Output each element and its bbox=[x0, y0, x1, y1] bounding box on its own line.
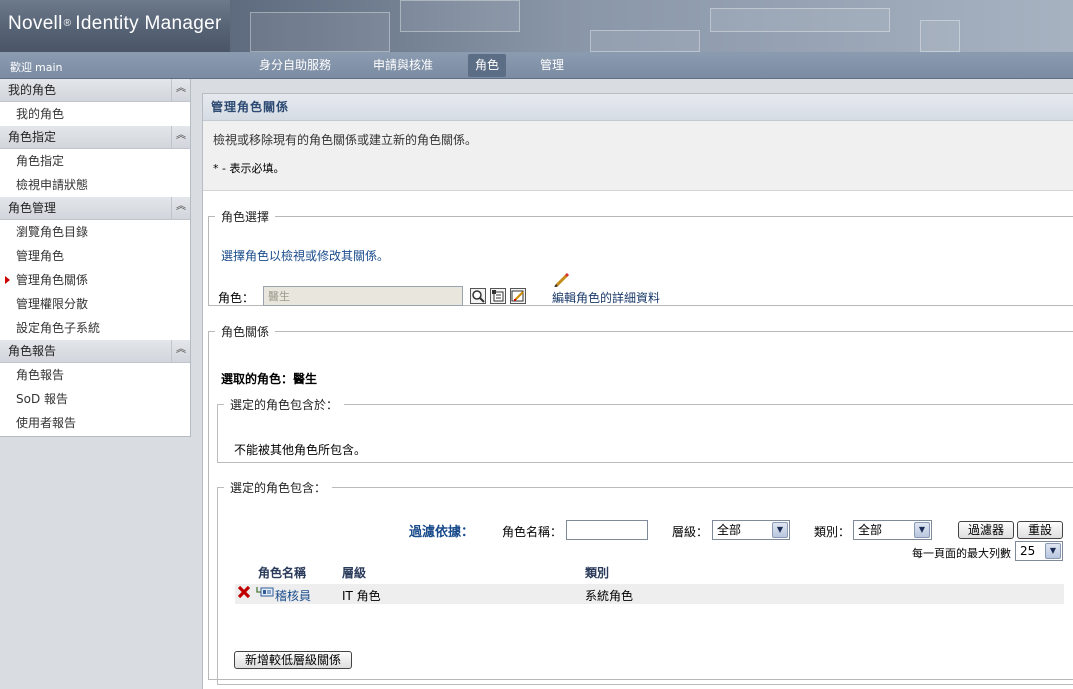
sidebar-item-configure-role-subsystem[interactable]: 設定角色子系統 bbox=[0, 316, 190, 340]
level-label: 層級： bbox=[672, 525, 709, 539]
tab-administration[interactable]: 管理 bbox=[533, 54, 571, 77]
role-select-instruction: 選擇角色以檢視或修改其關係。 bbox=[221, 249, 390, 263]
pencil-icon bbox=[554, 273, 570, 287]
category-select[interactable]: 全部 ▼ bbox=[853, 520, 932, 540]
column-header-category[interactable]: 類別 bbox=[585, 564, 609, 581]
required-note: * - 表示必填。 bbox=[213, 162, 285, 175]
level-select[interactable]: 全部 ▼ bbox=[712, 520, 790, 540]
search-icon[interactable] bbox=[470, 288, 486, 304]
role-level-cell: IT 角色 bbox=[342, 589, 381, 603]
tab-requests-approvals[interactable]: 申請與核准 bbox=[366, 54, 440, 77]
sidebar-item-user-reports[interactable]: 使用者報告 bbox=[0, 411, 190, 435]
contained-in-legend: 選定的角色包含於： bbox=[230, 398, 339, 412]
collapse-icon[interactable]: ︽ bbox=[171, 126, 190, 148]
sidebar-item-browse-role-catalog[interactable]: 瀏覽角色目錄 bbox=[0, 220, 190, 244]
role-input[interactable] bbox=[263, 286, 463, 306]
tab-roles[interactable]: 角色 bbox=[468, 54, 507, 77]
main-panel: 管理角色關係 檢視或移除現有的角色關係或建立新的角色關係。 * - 表示必填。 … bbox=[202, 93, 1073, 689]
banner-decoration bbox=[230, 0, 1073, 52]
role-category-cell: 系統角色 bbox=[585, 589, 634, 603]
top-nav: 歡迎 main 身分自助服務 申請與核准 角色 管理 bbox=[0, 52, 1073, 79]
sidebar-item-my-roles[interactable]: 我的角色 bbox=[0, 102, 190, 126]
filter-by-label: 過濾依據： bbox=[409, 525, 475, 540]
delete-icon[interactable] bbox=[237, 585, 251, 602]
role-selection-legend: 角色選擇 bbox=[221, 210, 270, 224]
page-title: 管理角色關係 bbox=[203, 94, 1073, 121]
contained-in-message: 不能被其他角色所包含。 bbox=[234, 443, 367, 457]
intro-section: 檢視或移除現有的角色關係或建立新的角色關係。 * - 表示必填。 bbox=[203, 121, 1073, 191]
sidebar-item-role-reports[interactable]: 角色報告 bbox=[0, 363, 190, 387]
chevron-down-icon: ▼ bbox=[914, 522, 930, 538]
chevron-down-icon: ▼ bbox=[772, 522, 788, 538]
max-rows-select[interactable]: 25 ▼ bbox=[1015, 541, 1063, 561]
welcome-text: 歡迎 main bbox=[10, 61, 63, 74]
contains-legend: 選定的角色包含： bbox=[230, 481, 327, 495]
role-name-input[interactable] bbox=[566, 520, 648, 540]
sidebar-item-manage-separation-of-duties[interactable]: 管理權限分散 bbox=[0, 292, 190, 316]
collapse-icon[interactable]: ︽ bbox=[171, 197, 190, 219]
sidebar: 我的角色 ︽ 我的角色 角色指定 ︽ 角色指定 檢視申請狀態 角色管理 ︽ 瀏覽… bbox=[0, 79, 191, 437]
column-header-role-name[interactable]: 角色名稱 bbox=[258, 564, 306, 581]
add-lower-level-relationship-button[interactable]: 新增較低層級關係 bbox=[234, 651, 352, 669]
sidebar-item-manage-roles[interactable]: 管理角色 bbox=[0, 244, 190, 268]
filter-button[interactable]: 過濾器 bbox=[958, 521, 1014, 539]
role-label: 角色： bbox=[218, 291, 255, 305]
sidebar-item-manage-role-relationships[interactable]: 管理角色關係 bbox=[0, 268, 190, 292]
role-relations-legend: 角色關係 bbox=[221, 325, 270, 339]
collapse-icon[interactable]: ︽ bbox=[171, 79, 190, 101]
sidebar-group-role-reports[interactable]: 角色報告 ︽ bbox=[0, 340, 190, 363]
header-banner: Novell® Identity Manager bbox=[0, 0, 1073, 52]
category-label: 類別： bbox=[814, 525, 851, 539]
contains-fieldset: 選定的角色包含： 過濾依據： 角色名稱： 層級： 全部 ▼ 類別： 全部 ▼ 過… bbox=[217, 479, 1073, 685]
sidebar-item-view-request-status[interactable]: 檢視申請狀態 bbox=[0, 173, 190, 197]
role-hierarchy-icon bbox=[256, 586, 274, 601]
sidebar-item-role-assignment[interactable]: 角色指定 bbox=[0, 149, 190, 173]
role-name-link[interactable]: 稽核員 bbox=[275, 587, 311, 604]
table-row: 稽核員 IT 角色 系統角色 bbox=[235, 584, 1064, 604]
max-rows-label: 每一頁面的最大列數 bbox=[912, 547, 1011, 560]
history-list-icon[interactable] bbox=[490, 288, 506, 304]
column-header-level[interactable]: 層級 bbox=[342, 564, 366, 581]
tab-identity-self-service[interactable]: 身分自助服務 bbox=[252, 54, 338, 77]
sidebar-group-role-management[interactable]: 角色管理 ︽ bbox=[0, 197, 190, 220]
reset-button[interactable]: 重設 bbox=[1017, 521, 1063, 539]
sidebar-item-sod-reports[interactable]: SoD 報告 bbox=[0, 387, 190, 411]
collapse-icon[interactable]: ︽ bbox=[171, 340, 190, 362]
role-name-label: 角色名稱： bbox=[502, 525, 563, 539]
clear-icon[interactable] bbox=[510, 288, 526, 304]
contained-in-fieldset: 選定的角色包含於： 不能被其他角色所包含。 bbox=[217, 396, 1073, 463]
chevron-down-icon: ▼ bbox=[1045, 543, 1061, 559]
brand-logo: Novell® Identity Manager bbox=[8, 13, 222, 34]
sidebar-group-role-assignment[interactable]: 角色指定 ︽ bbox=[0, 126, 190, 149]
selected-role-title: 選取的角色：醫生 bbox=[221, 372, 318, 386]
sidebar-group-my-roles[interactable]: 我的角色 ︽ bbox=[0, 79, 190, 102]
role-selection-fieldset: 角色選擇 選擇角色以檢視或修改其關係。 角色： 編輯角色的詳細資料 bbox=[208, 208, 1073, 306]
role-relations-fieldset: 角色關係 選取的角色：醫生 選定的角色包含於： 不能被其他角色所包含。 選定的角… bbox=[208, 323, 1073, 685]
page-description: 檢視或移除現有的角色關係或建立新的角色關係。 bbox=[213, 133, 478, 147]
